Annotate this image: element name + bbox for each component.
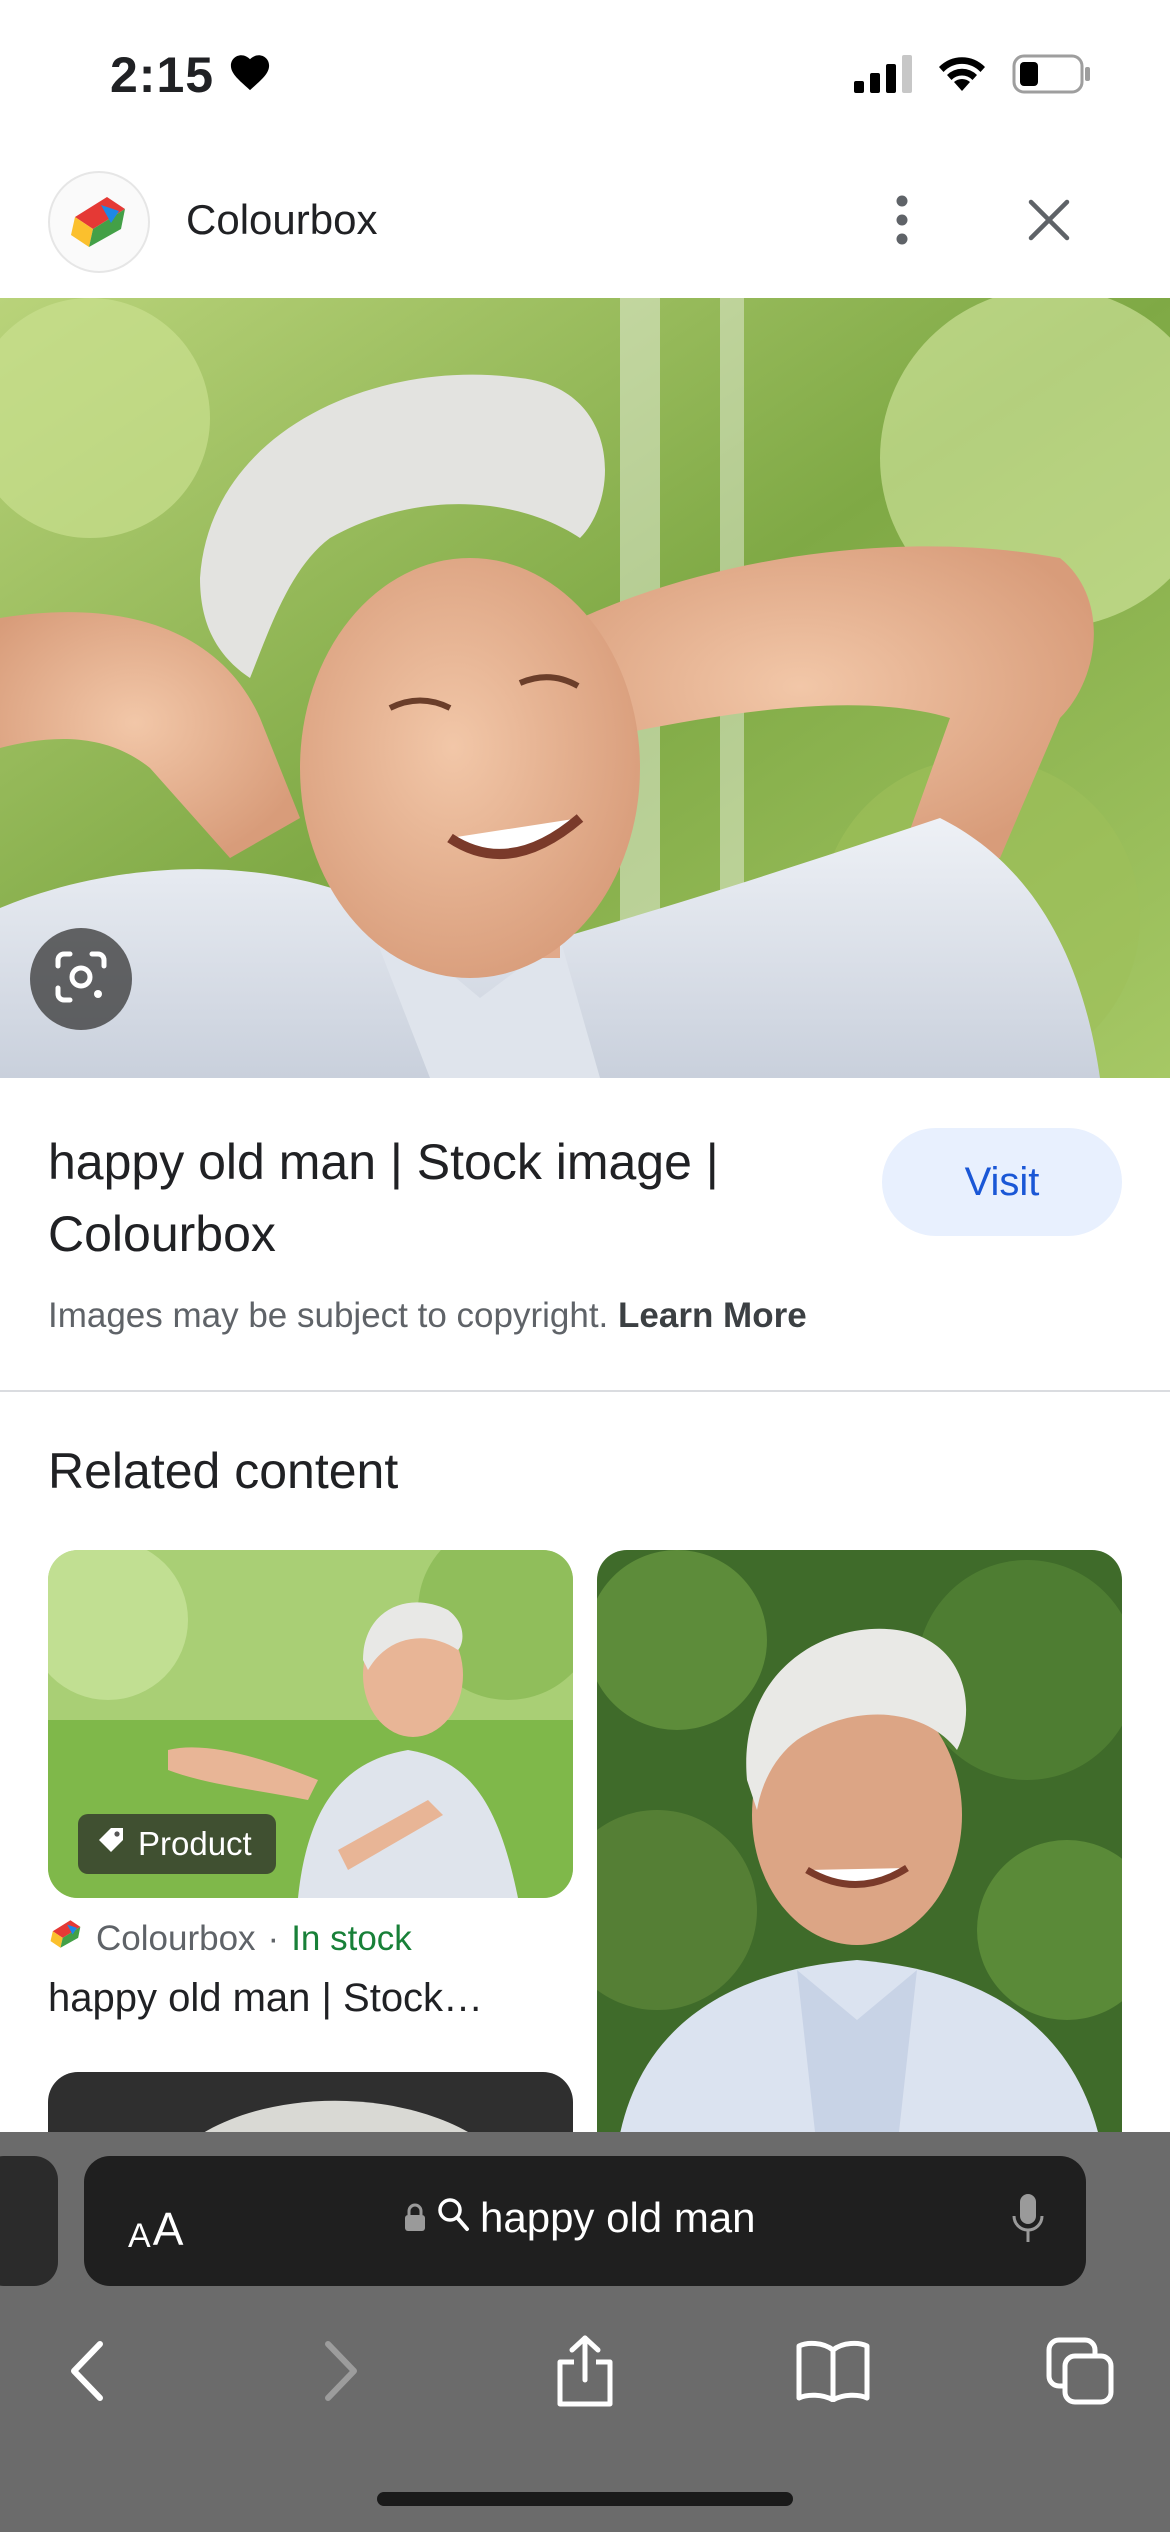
clock-text: 2:15 (110, 47, 215, 103)
image-title[interactable]: happy old man | Stock image | Colourbox (48, 1126, 848, 1270)
close-icon (1027, 198, 1071, 247)
colourbox-logo[interactable] (48, 171, 150, 273)
google-lens-icon (54, 950, 108, 1009)
more-options-button[interactable] (880, 190, 924, 254)
image-info-panel: happy old man | Stock image | Colourbox … (0, 1078, 1170, 1392)
related-content-heading: Related content (48, 1443, 399, 1499)
source-header: Colourbox (0, 150, 1170, 298)
wifi-icon (936, 55, 988, 98)
source-site-name[interactable]: Colourbox (186, 196, 377, 244)
main-image[interactable] (0, 298, 1170, 1078)
status-icons (854, 54, 1092, 99)
search-icon (436, 2194, 470, 2242)
google-lens-button[interactable] (30, 928, 132, 1030)
related-card-2-photo (597, 1550, 1122, 2150)
cellular-signal-icon (854, 55, 912, 98)
share-button[interactable] (525, 2318, 645, 2428)
copyright-notice: Images may be subject to copyright. Lear… (48, 1296, 807, 1336)
page-settings-button[interactable]: A A (128, 2186, 183, 2256)
address-bar[interactable]: A A happy old man (84, 2156, 1086, 2286)
bookmarks-icon (795, 2340, 871, 2407)
microphone-icon (1011, 2192, 1045, 2251)
availability-status: In stock (291, 1918, 412, 1958)
related-card-source-name: Colourbox (96, 1918, 256, 1958)
related-card-source: Colourbox · In stock (48, 1918, 412, 1959)
forward-arrow-icon (320, 2340, 360, 2407)
tabs-button[interactable] (1020, 2318, 1140, 2428)
back-arrow-icon (68, 2340, 108, 2407)
status-time: 2:15 (110, 46, 272, 104)
text-size-large: A (152, 2203, 184, 2255)
forward-button[interactable] (280, 2318, 400, 2428)
battery-icon (1012, 54, 1092, 99)
learn-more-link[interactable]: Learn More (618, 1296, 807, 1335)
product-badge: Product (78, 1814, 276, 1874)
bookmarks-button[interactable] (773, 2318, 893, 2428)
related-card-image-2[interactable] (597, 1550, 1122, 2150)
heart-icon (228, 46, 272, 104)
browser-toolbar (0, 2318, 1170, 2438)
lock-icon (404, 2194, 426, 2242)
main-image-photo (0, 298, 1170, 1078)
back-button[interactable] (28, 2318, 148, 2428)
product-badge-label: Product (138, 1825, 252, 1862)
share-icon (554, 2334, 616, 2413)
url-display[interactable]: happy old man (404, 2194, 756, 2242)
related-card-image[interactable]: Product (48, 1550, 573, 1898)
voice-search-button[interactable] (996, 2189, 1060, 2253)
related-card-title[interactable]: happy old man | Stock… (48, 1976, 483, 2021)
tag-icon (96, 1825, 126, 1863)
home-indicator[interactable] (377, 2492, 793, 2506)
text-size-small: A (128, 2217, 151, 2255)
colourbox-favicon (48, 1918, 84, 1959)
search-query-text: happy old man (480, 2194, 756, 2241)
source-separator: · (267, 1918, 280, 1958)
previous-tab-preview[interactable] (0, 2156, 58, 2286)
status-bar: 2:15 (0, 0, 1170, 150)
visit-button[interactable]: Visit (882, 1128, 1122, 1236)
more-vertical-icon (895, 194, 909, 251)
browser-bottom-bar: A A happy old man (0, 2132, 1170, 2532)
copyright-text: Images may be subject to copyright. (48, 1296, 609, 1335)
close-button[interactable] (1020, 190, 1078, 254)
tabs-icon (1045, 2336, 1115, 2411)
